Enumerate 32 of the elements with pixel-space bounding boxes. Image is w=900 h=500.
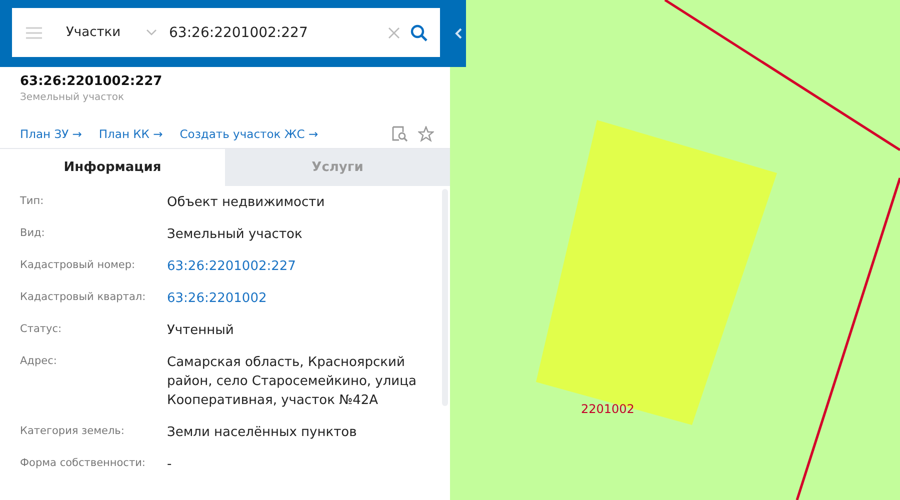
object-type: Земельный участок [20,92,126,103]
field-value: Учтенный [167,322,235,340]
chevron-down-icon[interactable] [146,29,157,36]
field-label: Категория земель: [20,424,126,439]
field-label: Тип: [20,194,45,209]
field-label: Кадастровый номер: [20,258,136,273]
field-label: Форма собственности: [20,456,146,471]
field-value: Земельный участок [167,226,304,244]
quarter-label: 2201002 [581,402,634,416]
layer-select[interactable]: Участки [66,25,136,40]
document-search-icon[interactable] [392,126,408,142]
field-value: Объект недвижимости [167,194,326,212]
chevron-left-icon[interactable] [454,28,462,39]
field-label: Кадастровый квартал: [20,290,147,305]
map-canvas[interactable]: 2201002 [450,0,900,500]
field-label: Вид: [20,226,46,241]
field-value: - [167,456,173,474]
plan-link[interactable]: План ЗУ → [20,127,82,141]
field-label: Адрес: [20,354,58,369]
collapse-panel-button[interactable] [450,0,466,67]
plan-link[interactable]: Создать участок ЖС → [180,127,318,141]
menu-icon[interactable] [26,26,42,38]
clear-icon[interactable] [388,26,400,38]
star-icon[interactable] [418,126,434,142]
value-link[interactable]: 63:26:2201002:227 [167,257,439,276]
search-icon[interactable] [410,24,428,42]
object-title: 63:26:2201002:227 [20,74,164,89]
value-link[interactable]: 63:26:2201002 [167,289,439,308]
field-value: Земли населённых пунктов [167,424,358,442]
field-label: Статус: [20,322,63,337]
field-value: Самарская область, Красноярский район, село Старосемейкино, улица Кооперативная, участок №42А [167,354,418,410]
plan-link[interactable]: План КК → [98,127,163,141]
